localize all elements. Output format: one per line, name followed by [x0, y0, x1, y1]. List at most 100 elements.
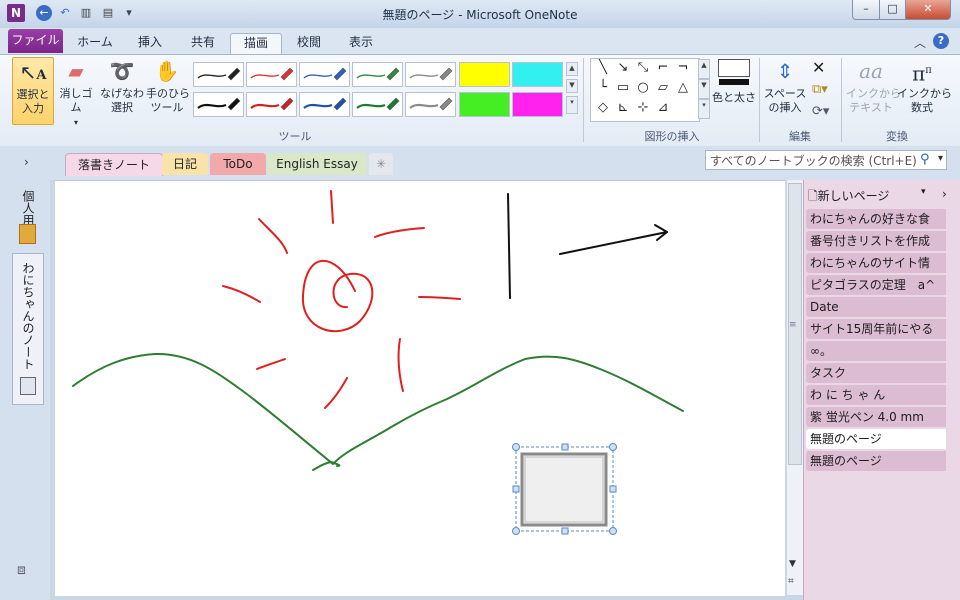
tab-insert[interactable]: 挿入 — [125, 33, 175, 53]
selected-rectangle-shape[interactable] — [512, 443, 617, 535]
parallelogram-shape-icon[interactable]: ▱ — [654, 79, 672, 97]
pen-swatch[interactable] — [299, 62, 350, 87]
new-page-button[interactable]: 🗋新しいページ ▾ › — [808, 187, 956, 208]
pen-swatch[interactable] — [299, 92, 350, 117]
section-tab-diary[interactable]: 日記 — [162, 153, 208, 175]
pan-label: 手のひら ツール — [146, 87, 190, 114]
rotate-icon[interactable]: ⟳▾ — [812, 104, 829, 119]
highlighter-swatch[interactable] — [459, 62, 510, 87]
maximize-button[interactable]: □ — [879, 0, 906, 20]
ink-to-text-icon: aa — [859, 59, 883, 83]
search-input[interactable]: すべてのノートブックの検索 (Ctrl+E) — [705, 150, 947, 170]
gallery-up-icon[interactable]: ▲ — [566, 62, 578, 76]
collapse-ribbon-icon[interactable]: ︿ — [914, 34, 926, 51]
triangle-shape-icon[interactable]: △ — [674, 79, 692, 97]
tab-home[interactable]: ホーム — [70, 33, 120, 53]
section-tab-doodle[interactable]: 落書きノート — [65, 153, 163, 176]
shapes-up-icon[interactable]: ▲ — [698, 59, 710, 79]
pen-swatch[interactable] — [246, 92, 297, 117]
lasso-select-button[interactable]: ➰ なげなわ 選択 — [100, 57, 144, 123]
highlighter-swatch[interactable] — [512, 62, 563, 87]
tab-view[interactable]: 表示 — [336, 33, 386, 53]
graph3-shape-icon[interactable]: ⊿ — [654, 99, 672, 117]
pen-stroke-icon — [197, 97, 241, 111]
color-and-thickness-button[interactable]: 色と太さ — [712, 57, 756, 123]
page-tab-item[interactable]: わ に ち ゃ ん — [806, 385, 946, 405]
delete-icon[interactable]: ✕ — [812, 58, 825, 77]
diamond-shape-icon[interactable]: ◇ — [594, 99, 612, 117]
page-tab-item[interactable]: ピタゴラスの定理 a^ — [806, 275, 946, 295]
pen-swatch[interactable] — [352, 92, 403, 117]
tab-file[interactable]: ファイル — [8, 29, 63, 53]
tab-review[interactable]: 校閲 — [284, 33, 334, 53]
select-and-type-button[interactable]: ↖A 選択と 入力 — [12, 57, 54, 125]
gallery-down-icon[interactable]: ▼ — [566, 79, 578, 93]
pen-stroke-icon — [356, 97, 400, 111]
page-corner-icon[interactable]: ⌗ — [788, 576, 794, 587]
arrow-shape-icon[interactable]: ↘ — [614, 59, 632, 77]
page-tab-item[interactable]: 無題のページ — [806, 429, 946, 449]
minimize-button[interactable]: – — [852, 0, 880, 20]
ink-to-math-icon: ππ — [912, 61, 932, 86]
graph2-shape-icon[interactable]: ⊹ — [634, 99, 652, 117]
pen-swatch[interactable] — [193, 92, 244, 117]
tab-share[interactable]: 共有 — [178, 33, 228, 53]
sun-spiral-stroke — [301, 259, 374, 333]
page-tab-item[interactable]: ∞。 — [806, 341, 946, 361]
highlighter-swatch[interactable] — [512, 92, 563, 117]
eraser-icon: ▰ — [68, 59, 84, 83]
ink-to-text-button[interactable]: aa インクから テキスト — [846, 57, 901, 123]
new-section-icon[interactable]: ✳ — [369, 153, 393, 175]
close-button[interactable]: ✕ — [905, 0, 951, 20]
page-tab-item[interactable]: 無題のページ — [806, 451, 946, 471]
pen-swatch[interactable] — [352, 62, 403, 87]
page-tab-item[interactable]: わにちゃんのサイト情 — [806, 253, 946, 273]
axis-shape-icon[interactable]: ⌐ — [654, 59, 672, 77]
page-tab-item[interactable]: わにちゃんの好きな食 — [806, 209, 946, 229]
insert-space-icon: ⇕ — [776, 59, 794, 83]
new-page-icon: 🗋 — [808, 189, 818, 203]
graph-shape-icon[interactable]: ⊾ — [614, 99, 632, 117]
axis2-shape-icon[interactable]: └ — [594, 79, 612, 97]
shapes-down-icon[interactable]: ▼ — [698, 79, 710, 99]
pen-swatch[interactable] — [405, 62, 456, 87]
tab-draw[interactable]: 描画 — [230, 33, 282, 54]
eraser-button[interactable]: ▰ 消しゴム ▾ — [55, 57, 97, 127]
ink-to-math-button[interactable]: ππ インクから 数式 — [897, 57, 952, 123]
section-tab-english-essay[interactable]: English Essay — [267, 153, 367, 175]
section-tab-todo[interactable]: ToDo — [210, 153, 266, 175]
ellipse-shape-icon[interactable]: ○ — [634, 79, 652, 97]
double-arrow-shape-icon[interactable]: ⤡ — [634, 59, 652, 77]
hills-stroke — [312, 461, 341, 471]
window-title: 無題のページ - Microsoft OneNote — [382, 8, 578, 22]
help-icon[interactable]: ? — [933, 33, 949, 49]
rectangle-shape-icon[interactable]: ▭ — [614, 79, 632, 97]
page-tab-item[interactable]: タスク — [806, 363, 946, 383]
pen-swatch[interactable] — [405, 92, 456, 117]
corner-shape-icon[interactable]: ¬ — [674, 59, 692, 77]
sun-ray-stroke — [330, 190, 334, 224]
page-tab-item[interactable]: 紫 蛍光ペン 4.0 mm — [806, 407, 946, 427]
new-page-chevron-icon: ▾ — [921, 187, 926, 197]
unfiled-notes-icon[interactable]: ⧈ — [17, 562, 26, 578]
line-shape-icon[interactable]: ╲ — [594, 59, 612, 77]
highlighter-swatch[interactable] — [459, 92, 510, 117]
scroll-down-icon[interactable]: ▼ — [789, 559, 796, 569]
search-scope-chevron-icon[interactable]: ▾ — [938, 153, 943, 164]
page-canvas[interactable] — [55, 180, 785, 596]
pen-swatch[interactable] — [193, 62, 244, 87]
shapes-more-icon[interactable]: ▾ — [698, 99, 710, 119]
gallery-more-icon[interactable]: ▾ — [566, 96, 578, 114]
sun-ray-stroke — [258, 218, 288, 254]
insert-space-button[interactable]: ⇕ スペース の挿入 — [762, 57, 808, 123]
search-placeholder: すべてのノートブックの検索 (Ctrl+E) — [710, 154, 917, 168]
arrange-icon[interactable]: ⧉▾ — [812, 82, 828, 97]
page-tab-item[interactable]: Date — [806, 297, 946, 317]
expand-nav-icon[interactable]: › — [24, 155, 29, 169]
pan-tool-button[interactable]: ✋ 手のひら ツール — [146, 57, 190, 123]
color-and-thickness-label: 色と太さ — [712, 91, 756, 104]
pen-swatch[interactable] — [246, 62, 297, 87]
page-tab-item[interactable]: 番号付きリストを作成 — [806, 231, 946, 251]
page-tab-item[interactable]: サイト15周年前にやる — [806, 319, 946, 339]
search-icon[interactable]: ⚲ — [920, 152, 930, 167]
